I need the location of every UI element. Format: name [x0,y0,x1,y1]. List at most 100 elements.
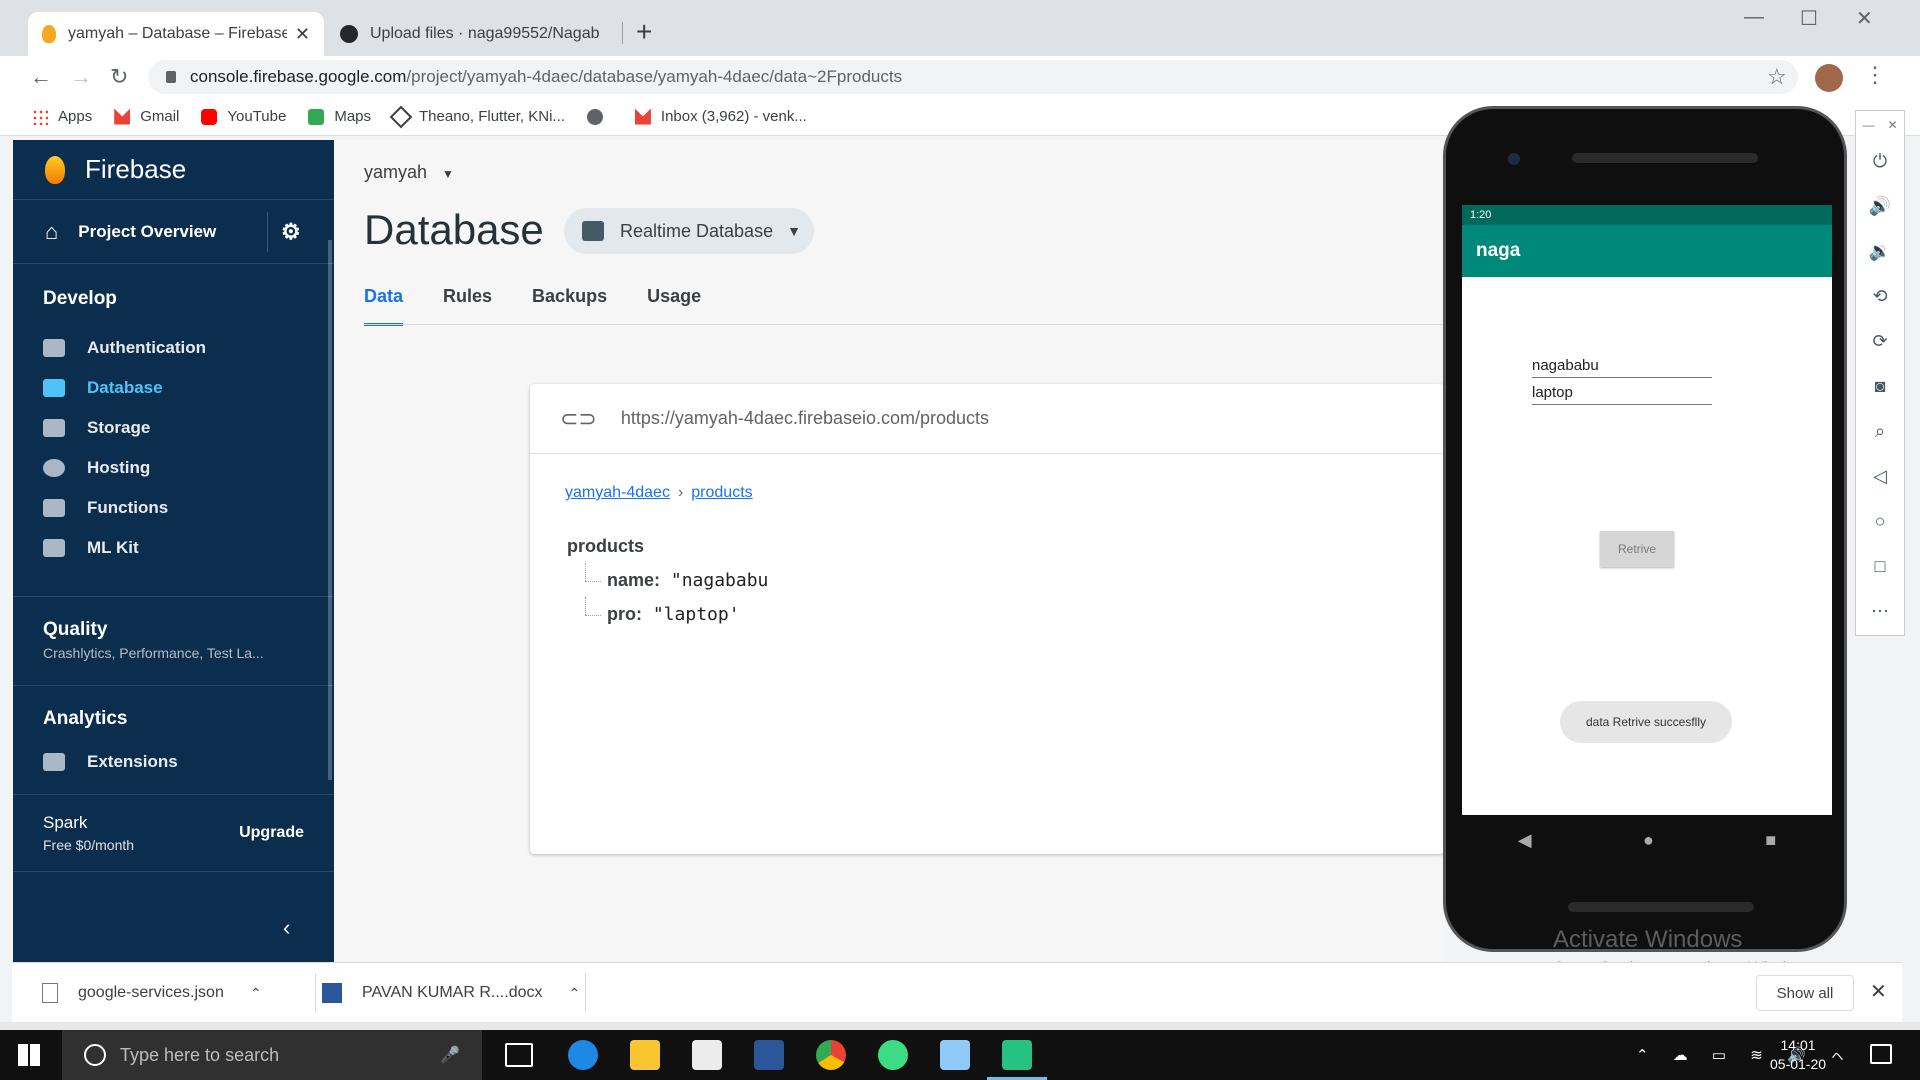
breadcrumb-products-link[interactable]: products [691,484,752,501]
volume-up-icon[interactable]: 🔊 [1856,184,1904,229]
collapse-sidebar-icon[interactable]: ‹ [283,915,290,941]
tree-entry[interactable]: pro: "laptop' [567,597,768,631]
bookmark-youtube[interactable]: YouTube [201,108,286,125]
address-bar[interactable]: console.firebase.google.com/project/yamy… [148,60,1798,94]
sidebar-item-extensions[interactable]: Extensions [13,742,334,782]
tab-usage[interactable]: Usage [647,286,701,326]
sidebar-item-ml-kit[interactable]: ML Kit [13,528,334,568]
maximize-icon[interactable]: ☐ [1800,6,1818,31]
power-icon[interactable]: ⏻ [1856,139,1904,184]
sidebar-item-storage[interactable]: Storage [13,408,334,448]
file-explorer-icon[interactable] [630,1040,660,1070]
rotate-left-icon[interactable]: ⟲ [1856,274,1904,319]
word-icon[interactable] [754,1040,784,1070]
bookmark-theano[interactable]: Theano, Flutter, KNi... [389,105,565,128]
bookmark-apps[interactable]: Apps [32,108,92,125]
camera-icon[interactable]: ◙ [1856,364,1904,409]
sidebar-item-hosting[interactable]: Hosting [13,448,334,488]
chevron-up-icon[interactable]: ⌃ [250,985,262,1002]
storage-icon [43,419,65,437]
link-icon[interactable]: ⊂⊃ [560,406,597,432]
sidebar-item-database[interactable]: Database [13,368,334,408]
quality-subtitle: Crashlytics, Performance, Test La... [43,645,264,661]
back-icon[interactable]: ← [30,64,52,90]
word-file-icon [322,983,342,1003]
tab-data[interactable]: Data [364,286,404,326]
database-url[interactable]: https://yamyah-4daec.firebaseio.com/prod… [621,408,989,429]
more-icon[interactable]: ⋯ [1856,589,1904,634]
emulator-minimize-icon[interactable]: — [1862,118,1874,132]
taskbar-search[interactable]: Type here to search 🎤 [62,1030,482,1080]
volume-down-icon[interactable]: 🔉 [1856,229,1904,274]
upgrade-button[interactable]: Upgrade [239,824,304,842]
action-center-icon[interactable] [1870,1044,1892,1064]
browser-menu-icon[interactable]: ⋮ [1864,62,1886,88]
back-triangle-icon[interactable]: ◁ [1856,454,1904,499]
notepad-icon[interactable] [940,1040,970,1070]
microphone-icon[interactable]: 🎤 [440,1045,460,1065]
android-back-icon[interactable]: ◀ [1518,830,1532,851]
show-all-button[interactable]: Show all [1756,975,1854,1011]
chrome-icon[interactable] [816,1040,846,1070]
quality-section-title[interactable]: Quality [13,619,334,641]
forward-icon[interactable]: → [70,64,92,90]
download-item[interactable]: PAVAN KUMAR R....docx ⌃ [322,963,580,1023]
data-tree: products name: "nagababu pro: "laptop' [567,536,768,631]
sidebar-item-functions[interactable]: Functions [13,488,334,528]
github-favicon-icon [340,25,358,43]
bookmark-gmail[interactable]: Gmail [114,108,179,125]
develop-section-title[interactable]: Develop [13,284,334,328]
project-selector[interactable]: yamyah ▼ [364,162,454,183]
new-tab-icon[interactable]: + [636,18,652,46]
bookmark-label: Inbox (3,962) - venk... [660,108,807,125]
android-recents-icon[interactable]: ■ [1765,830,1776,851]
task-view-icon[interactable] [505,1043,533,1067]
sidebar-item-authentication[interactable]: Authentication [13,328,334,368]
app-bar: naga [1462,225,1832,277]
tree-entry[interactable]: name: "nagababu [567,563,768,597]
windows-start-icon[interactable] [18,1044,40,1066]
analytics-section-title[interactable]: Analytics [13,708,334,730]
android-studio-icon[interactable] [878,1040,908,1070]
tree-value[interactable]: "laptop' [653,604,740,625]
window-close-icon[interactable]: ✕ [1856,6,1873,31]
tab-firebase[interactable]: yamyah – Database – Firebase co ✕ [28,12,324,56]
gear-icon[interactable]: ⚙ [281,219,301,245]
bookmark-globe[interactable] [586,108,613,125]
close-downloads-icon[interactable]: ✕ [1870,979,1887,1004]
tab-backups[interactable]: Backups [532,286,607,326]
emulator-app-icon[interactable] [1002,1040,1032,1070]
edge-icon[interactable] [568,1040,598,1070]
rotate-right-icon[interactable]: ⟳ [1856,319,1904,364]
project-overview-link[interactable]: ⌂ Project Overview ⚙ [13,200,334,264]
profile-avatar[interactable] [1815,64,1843,92]
firebase-favicon-icon [42,25,56,43]
tree-root-node[interactable]: products [567,536,768,557]
bookmark-label: Maps [334,108,372,125]
android-home-icon[interactable]: ● [1643,830,1654,851]
breadcrumb-root-link[interactable]: yamyah-4daec [565,484,670,501]
chevron-up-icon[interactable]: ⌃ [568,985,580,1002]
tab-github[interactable]: Upload files · naga99552/Nagab [326,12,622,56]
tree-value[interactable]: "nagababu [671,570,769,591]
home-circle-icon[interactable]: ○ [1856,499,1904,544]
sidebar-scrollbar[interactable] [328,240,332,780]
tab-rules[interactable]: Rules [443,286,492,326]
bookmark-inbox[interactable]: Inbox (3,962) - venk... [634,108,807,125]
retrive-button[interactable]: Retrive [1600,531,1674,567]
bookmark-maps[interactable]: Maps [308,108,371,125]
overview-square-icon[interactable]: □ [1856,544,1904,589]
download-item[interactable]: google-services.json ⌃ [42,963,262,1023]
reload-icon[interactable]: ↻ [110,64,128,90]
zoom-icon[interactable]: ⌕ [1856,409,1904,454]
firebase-brand[interactable]: Firebase [13,140,334,200]
name-edittext[interactable]: nagababu [1532,357,1712,378]
taskbar-clock[interactable]: 14:01 05-01-20 [1770,1036,1826,1074]
tab-close-icon[interactable]: ✕ [295,24,310,45]
store-icon[interactable] [692,1040,722,1070]
bookmark-star-icon[interactable]: ☆ [1767,64,1787,90]
database-type-selector[interactable]: Realtime Database ▼ [564,208,814,254]
emulator-close-icon[interactable]: ✕ [1887,118,1897,132]
minimize-icon[interactable]: — [1744,6,1764,29]
product-edittext[interactable]: laptop [1532,384,1712,405]
